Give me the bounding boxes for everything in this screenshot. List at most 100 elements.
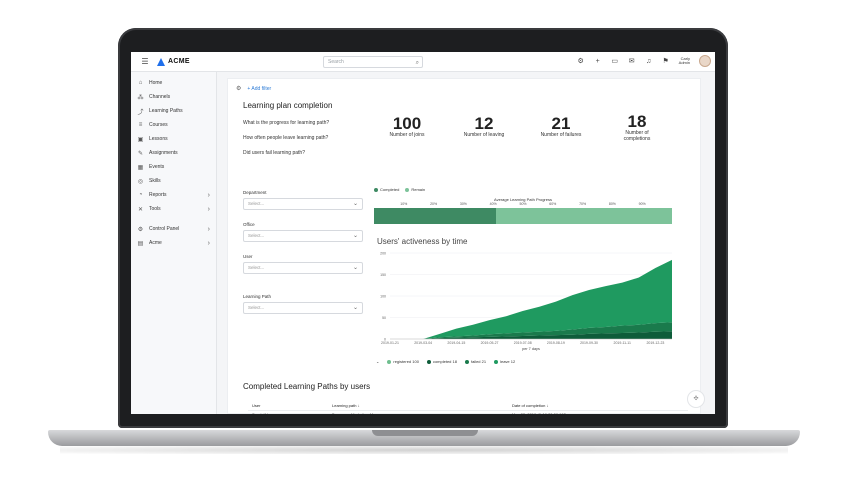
sidebar-item-control-panel[interactable]: ⚙ Control Panel › — [131, 222, 216, 236]
avatar[interactable] — [699, 55, 711, 67]
legend-item[interactable]: failed 21 — [464, 359, 487, 364]
sidebar-item-label: Reports — [149, 192, 167, 198]
app-logo[interactable]: ACME — [157, 57, 190, 66]
learning-path-placeholder: Select... — [248, 305, 265, 310]
legend-label: leave 12 — [500, 359, 516, 364]
kpi-joins-value: 100 — [392, 114, 422, 133]
learning-path-select[interactable]: Select... ⌄ — [243, 302, 363, 314]
legend-dot — [405, 187, 410, 192]
legend-dot — [426, 359, 431, 364]
sidebar-item-lessons[interactable]: ▣ Lessons — [131, 132, 216, 146]
x-tick-label: 2019-11-11 — [614, 341, 631, 345]
plus-icon[interactable]: + — [594, 58, 602, 65]
sidebar-item-events[interactable]: ▦ Events — [131, 160, 216, 174]
legend-remain: Remain — [405, 187, 425, 192]
completions-table: User Learning path ↓ Date of completion … — [248, 401, 688, 414]
sidebar-item-label: Skills — [149, 178, 161, 184]
chevron-down-icon: ⌄ — [352, 201, 358, 207]
progress-tick-label: 20% — [430, 202, 438, 206]
progress-tick-label: 60% — [549, 202, 557, 206]
office-placeholder: Select... — [248, 233, 265, 238]
screen-icon[interactable]: ▭ — [611, 57, 619, 65]
add-filter-link[interactable]: + Add filter — [247, 86, 271, 92]
acme-icon: ▤ — [137, 240, 144, 247]
legend-item[interactable]: leave 12 — [494, 359, 515, 364]
progress-tick-label: 40% — [489, 202, 497, 206]
bell-icon[interactable]: ♫ — [645, 58, 653, 65]
user-name[interactable]: Carly Admin — [679, 57, 690, 65]
legend-remain-label: Remain — [411, 187, 426, 192]
table-title: Completed Learning Paths by users — [243, 382, 371, 391]
chevron-right-icon: › — [207, 205, 210, 213]
sidebar-item-channels[interactable]: ⁂ Channels — [131, 90, 216, 104]
user-select[interactable]: Select... ⌄ — [243, 262, 363, 274]
progress-bar — [374, 208, 672, 224]
cell-date: May 22, 2019 @ 19:20:09.162 — [508, 410, 688, 414]
x-tick-label: 2019-05-27 — [481, 341, 499, 345]
sidebar-item-label: Acme — [149, 240, 162, 246]
sidebar-item-label: Learning Paths — [149, 108, 183, 114]
legend-item[interactable]: registered 100 — [387, 359, 419, 364]
sidebar-item-assignments[interactable]: ✎ Assignments — [131, 146, 216, 160]
channels-icon: ⁂ — [137, 94, 144, 101]
kpi-completions-value: 18 — [627, 112, 647, 131]
report-panel: ⚙ + Add filter Learning plan completion … — [227, 78, 701, 414]
tools-icon: ✕ — [137, 206, 144, 213]
department-label: Department — [243, 190, 267, 195]
progress-legend: Completed Remain — [374, 187, 425, 192]
legend-dot — [387, 359, 392, 364]
sidebar-item-acme[interactable]: ▤ Acme › — [131, 236, 216, 250]
mail-icon[interactable]: ✉ — [628, 57, 636, 65]
legend-completed: Completed — [374, 187, 399, 192]
x-axis-label: per 7 days — [522, 347, 540, 351]
sidebar-item-learning-paths[interactable]: ⤴ Learning Paths — [131, 104, 216, 118]
chevron-right-icon: › — [207, 191, 210, 199]
sidebar-item-label: Courses — [149, 122, 168, 128]
x-tick-label: 2019-03-04 — [414, 341, 432, 345]
x-tick-label: 2019-09-30 — [580, 341, 598, 345]
legend-dot — [494, 359, 499, 364]
help-button[interactable]: ✣ — [687, 390, 705, 408]
legend-collapse-icon[interactable]: ⌄ — [376, 359, 379, 364]
sidebar-item-courses[interactable]: ≡ Courses — [131, 118, 216, 132]
office-label: Office — [243, 222, 255, 227]
bookmark-icon[interactable]: ⚑ — [662, 57, 670, 65]
column-user[interactable]: User — [248, 401, 328, 411]
app-name: ACME — [168, 58, 190, 65]
progress-tick-label: 70% — [579, 202, 587, 206]
laptop-shadow — [60, 446, 788, 454]
sidebar-item-label: Lessons — [149, 136, 168, 142]
x-tick-label: 2019-07-08 — [514, 341, 532, 345]
sidebar-item-reports[interactable]: ◔ Reports › — [131, 188, 216, 202]
table-row[interactable]: Sarah WayneBecome a Marketing ManagerMay… — [248, 410, 688, 414]
app-screen: ☰ ACME Search ⌕ ⚙ + ▭ ✉ ♫ ⚑ Carly Admin — [131, 52, 715, 414]
settings-icon[interactable]: ⚙ — [236, 85, 241, 92]
kpi-leaving-value: 12 — [474, 114, 494, 133]
chevron-down-icon: ⌄ — [352, 305, 358, 311]
gear-icon[interactable]: ⚙ — [577, 57, 585, 65]
sidebar-item-label: Home — [149, 80, 163, 86]
column-learning-path[interactable]: Learning path ↓ — [328, 401, 508, 411]
sidebar-item-skills[interactable]: ◎ Skills — [131, 174, 216, 188]
laptop-notch — [372, 430, 478, 436]
sidebar-item-home[interactable]: ⌂ Home — [131, 76, 216, 90]
question-progress: What is the progress for learning path? — [243, 120, 330, 126]
y-tick-label: 50 — [382, 316, 386, 320]
office-select[interactable]: Select... ⌄ — [243, 230, 363, 242]
learning-paths-icon: ⤴ — [137, 109, 144, 116]
legend-item[interactable]: completed 18 — [426, 359, 457, 364]
sidebar-item-label: Control Panel — [149, 226, 180, 232]
assignments-icon: ✎ — [137, 150, 144, 157]
sidebar-item-tools[interactable]: ✕ Tools › — [131, 202, 216, 216]
search-icon[interactable]: ⌕ — [416, 58, 419, 68]
legend-label: failed 21 — [470, 359, 487, 364]
department-select[interactable]: Select... ⌄ — [243, 198, 363, 210]
skills-icon: ◎ — [137, 178, 144, 185]
kpi-joins-label: Number of joins — [389, 132, 425, 138]
search-input[interactable]: Search ⌕ — [323, 56, 423, 68]
column-date[interactable]: Date of completion ↓ — [508, 401, 688, 411]
chevron-right-icon: › — [207, 239, 210, 247]
y-tick-label: 200 — [380, 252, 386, 256]
laptop-stage: ☰ ACME Search ⌕ ⚙ + ▭ ✉ ♫ ⚑ Carly Admin — [0, 0, 850, 478]
menu-icon[interactable]: ☰ — [137, 57, 153, 66]
